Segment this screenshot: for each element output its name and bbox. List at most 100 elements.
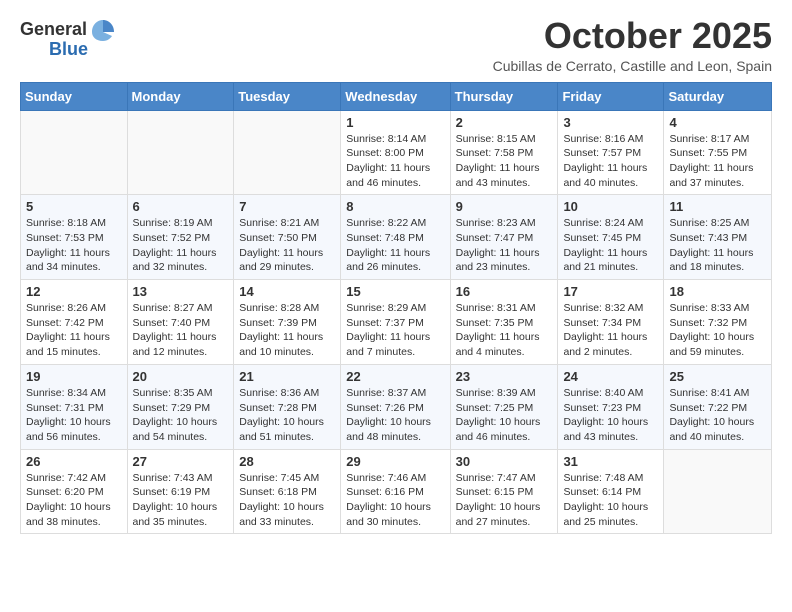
day-info: Sunrise: 8:17 AM Sunset: 7:55 PM Dayligh… <box>669 132 766 191</box>
day-number: 12 <box>26 284 122 299</box>
day-info: Sunrise: 8:31 AM Sunset: 7:35 PM Dayligh… <box>456 301 553 360</box>
day-cell: 3Sunrise: 8:16 AM Sunset: 7:57 PM Daylig… <box>558 110 664 195</box>
day-info: Sunrise: 8:35 AM Sunset: 7:29 PM Dayligh… <box>133 386 229 445</box>
day-number: 9 <box>456 199 553 214</box>
day-cell: 30 Sunrise: 7:47 AM Sunset: 6:15 PM Dayli… <box>450 449 558 534</box>
day-info: Sunrise: 7:42 AM Sunset: 6:20 PM Dayligh… <box>26 471 122 530</box>
day-info: Sunrise: 8:39 AM Sunset: 7:25 PM Dayligh… <box>456 386 553 445</box>
day-info: Sunrise: 8:24 AM Sunset: 7:45 PM Dayligh… <box>563 216 658 275</box>
day-cell: 15 Sunrise: 8:29 AM Sunset: 7:37 PM Dayli… <box>341 280 450 365</box>
week-row-2: 5 Sunrise: 8:18 AM Sunset: 7:53 PM Daylig… <box>21 195 772 280</box>
day-info: Sunrise: 8:14 AM Sunset: 8:00 PM Dayligh… <box>346 132 444 191</box>
day-cell: 18 Sunrise: 8:33 AM Sunset: 7:32 PM Dayli… <box>664 280 772 365</box>
day-number: 24 <box>563 369 658 384</box>
weekday-header-wednesday: Wednesday <box>341 82 450 110</box>
day-number: 30 <box>456 454 553 469</box>
day-cell: 14Sunrise: 8:28 AM Sunset: 7:39 PM Dayli… <box>234 280 341 365</box>
day-number: 16 <box>456 284 553 299</box>
weekday-header-thursday: Thursday <box>450 82 558 110</box>
day-cell: 9 Sunrise: 8:23 AM Sunset: 7:47 PM Daylig… <box>450 195 558 280</box>
day-number: 29 <box>346 454 444 469</box>
day-info: Sunrise: 7:48 AM Sunset: 6:14 PM Dayligh… <box>563 471 658 530</box>
day-number: 15 <box>346 284 444 299</box>
day-info: Sunrise: 8:32 AM Sunset: 7:34 PM Dayligh… <box>563 301 658 360</box>
logo-icon <box>89 16 117 44</box>
logo: General Blue <box>20 16 117 60</box>
day-cell: 12Sunrise: 8:26 AM Sunset: 7:42 PM Dayli… <box>21 280 128 365</box>
day-info: Sunrise: 8:28 AM Sunset: 7:39 PM Dayligh… <box>239 301 335 360</box>
day-cell: 23 Sunrise: 8:39 AM Sunset: 7:25 PM Dayli… <box>450 364 558 449</box>
day-info: Sunrise: 8:29 AM Sunset: 7:37 PM Dayligh… <box>346 301 444 360</box>
day-number: 10 <box>563 199 658 214</box>
day-cell: 7 Sunrise: 8:21 AM Sunset: 7:50 PM Daylig… <box>234 195 341 280</box>
day-number: 31 <box>563 454 658 469</box>
day-info: Sunrise: 8:37 AM Sunset: 7:26 PM Dayligh… <box>346 386 444 445</box>
day-number: 25 <box>669 369 766 384</box>
day-info: Sunrise: 8:19 AM Sunset: 7:52 PM Dayligh… <box>133 216 229 275</box>
weekday-header-tuesday: Tuesday <box>234 82 341 110</box>
day-info: Sunrise: 8:18 AM Sunset: 7:53 PM Dayligh… <box>26 216 122 275</box>
day-cell: 29 Sunrise: 7:46 AM Sunset: 6:16 PM Dayli… <box>341 449 450 534</box>
calendar-table: SundayMondayTuesdayWednesdayThursdayFrid… <box>20 82 772 535</box>
day-cell <box>664 449 772 534</box>
logo-general-text: General <box>20 20 87 40</box>
day-cell: 22 Sunrise: 8:37 AM Sunset: 7:26 PM Dayli… <box>341 364 450 449</box>
weekday-header-friday: Friday <box>558 82 664 110</box>
day-cell: 21 Sunrise: 8:36 AM Sunset: 7:28 PM Dayli… <box>234 364 341 449</box>
week-row-5: 26 Sunrise: 7:42 AM Sunset: 6:20 PM Dayli… <box>21 449 772 534</box>
day-cell: 6 Sunrise: 8:19 AM Sunset: 7:52 PM Daylig… <box>127 195 234 280</box>
day-number: 26 <box>26 454 122 469</box>
day-cell: 13 Sunrise: 8:27 AM Sunset: 7:40 PM Dayli… <box>127 280 234 365</box>
day-cell <box>234 110 341 195</box>
day-cell: 17 Sunrise: 8:32 AM Sunset: 7:34 PM Dayli… <box>558 280 664 365</box>
day-number: 23 <box>456 369 553 384</box>
day-cell: 10 Sunrise: 8:24 AM Sunset: 7:45 PM Dayli… <box>558 195 664 280</box>
day-number: 5 <box>26 199 122 214</box>
week-row-3: 12Sunrise: 8:26 AM Sunset: 7:42 PM Dayli… <box>21 280 772 365</box>
title-block: October 2025 Cubillas de Cerrato, Castil… <box>493 16 772 74</box>
day-number: 4 <box>669 115 766 130</box>
day-info: Sunrise: 8:41 AM Sunset: 7:22 PM Dayligh… <box>669 386 766 445</box>
day-cell: 24Sunrise: 8:40 AM Sunset: 7:23 PM Dayli… <box>558 364 664 449</box>
day-info: Sunrise: 8:23 AM Sunset: 7:47 PM Dayligh… <box>456 216 553 275</box>
weekday-header-sunday: Sunday <box>21 82 128 110</box>
day-cell <box>21 110 128 195</box>
day-number: 7 <box>239 199 335 214</box>
week-row-4: 19Sunrise: 8:34 AM Sunset: 7:31 PM Dayli… <box>21 364 772 449</box>
day-number: 1 <box>346 115 444 130</box>
day-info: Sunrise: 8:15 AM Sunset: 7:58 PM Dayligh… <box>456 132 553 191</box>
day-cell <box>127 110 234 195</box>
day-number: 18 <box>669 284 766 299</box>
day-number: 2 <box>456 115 553 130</box>
day-info: Sunrise: 8:22 AM Sunset: 7:48 PM Dayligh… <box>346 216 444 275</box>
weekday-header-row: SundayMondayTuesdayWednesdayThursdayFrid… <box>21 82 772 110</box>
day-info: Sunrise: 7:43 AM Sunset: 6:19 PM Dayligh… <box>133 471 229 530</box>
day-cell: 2 Sunrise: 8:15 AM Sunset: 7:58 PM Daylig… <box>450 110 558 195</box>
day-info: Sunrise: 8:34 AM Sunset: 7:31 PM Dayligh… <box>26 386 122 445</box>
day-cell: 26 Sunrise: 7:42 AM Sunset: 6:20 PM Dayli… <box>21 449 128 534</box>
day-number: 27 <box>133 454 229 469</box>
day-info: Sunrise: 8:27 AM Sunset: 7:40 PM Dayligh… <box>133 301 229 360</box>
day-info: Sunrise: 7:46 AM Sunset: 6:16 PM Dayligh… <box>346 471 444 530</box>
day-number: 21 <box>239 369 335 384</box>
day-cell: 27 Sunrise: 7:43 AM Sunset: 6:19 PM Dayli… <box>127 449 234 534</box>
day-info: Sunrise: 8:36 AM Sunset: 7:28 PM Dayligh… <box>239 386 335 445</box>
day-number: 28 <box>239 454 335 469</box>
day-number: 8 <box>346 199 444 214</box>
day-info: Sunrise: 8:33 AM Sunset: 7:32 PM Dayligh… <box>669 301 766 360</box>
weekday-header-monday: Monday <box>127 82 234 110</box>
header: General Blue October 2025 Cubillas de Ce… <box>20 16 772 74</box>
day-cell: 31 Sunrise: 7:48 AM Sunset: 6:14 PM Dayli… <box>558 449 664 534</box>
day-cell: 8 Sunrise: 8:22 AM Sunset: 7:48 PM Daylig… <box>341 195 450 280</box>
day-info: Sunrise: 7:45 AM Sunset: 6:18 PM Dayligh… <box>239 471 335 530</box>
day-number: 22 <box>346 369 444 384</box>
weekday-header-saturday: Saturday <box>664 82 772 110</box>
day-info: Sunrise: 7:47 AM Sunset: 6:15 PM Dayligh… <box>456 471 553 530</box>
day-cell: 20Sunrise: 8:35 AM Sunset: 7:29 PM Dayli… <box>127 364 234 449</box>
day-info: Sunrise: 8:21 AM Sunset: 7:50 PM Dayligh… <box>239 216 335 275</box>
day-number: 6 <box>133 199 229 214</box>
day-cell: 16 Sunrise: 8:31 AM Sunset: 7:35 PM Dayli… <box>450 280 558 365</box>
day-number: 13 <box>133 284 229 299</box>
day-number: 17 <box>563 284 658 299</box>
day-number: 11 <box>669 199 766 214</box>
